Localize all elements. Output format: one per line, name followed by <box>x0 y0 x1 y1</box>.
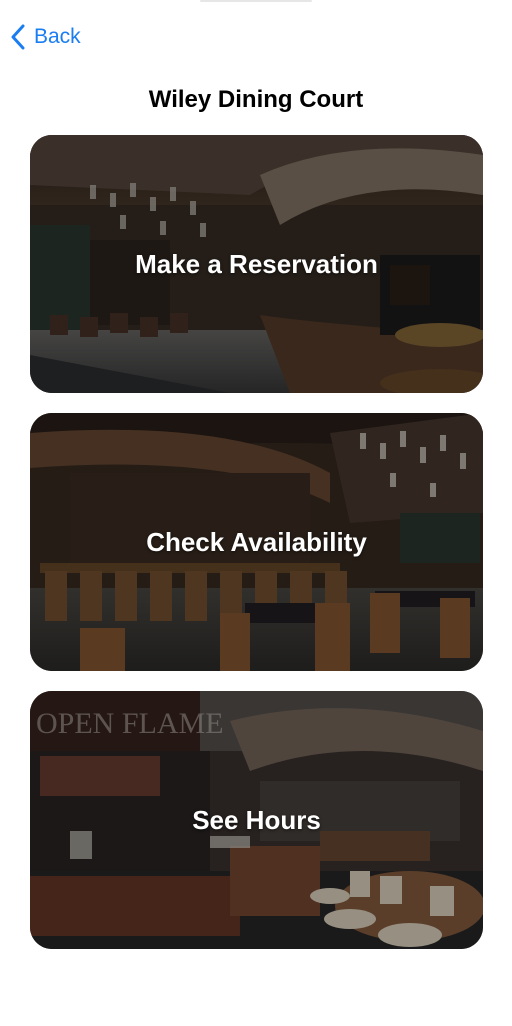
top-grabber <box>200 0 312 2</box>
page-title: Wiley Dining Court <box>148 86 364 113</box>
check-availability-label: Check Availability <box>146 526 367 557</box>
see-hours-card[interactable]: OPEN FLAME See Hours <box>30 691 483 949</box>
screen: Back Wiley Dining Court Make a Reservati… <box>0 0 512 1026</box>
check-availability-card[interactable]: Check Availability <box>30 413 483 671</box>
back-button[interactable]: Back <box>10 22 81 52</box>
make-reservation-card[interactable]: Make a Reservation <box>30 135 483 393</box>
make-reservation-label: Make a Reservation <box>135 248 378 279</box>
back-label: Back <box>34 25 81 48</box>
see-hours-label: See Hours <box>192 804 321 835</box>
chevron-left-icon <box>10 24 26 50</box>
